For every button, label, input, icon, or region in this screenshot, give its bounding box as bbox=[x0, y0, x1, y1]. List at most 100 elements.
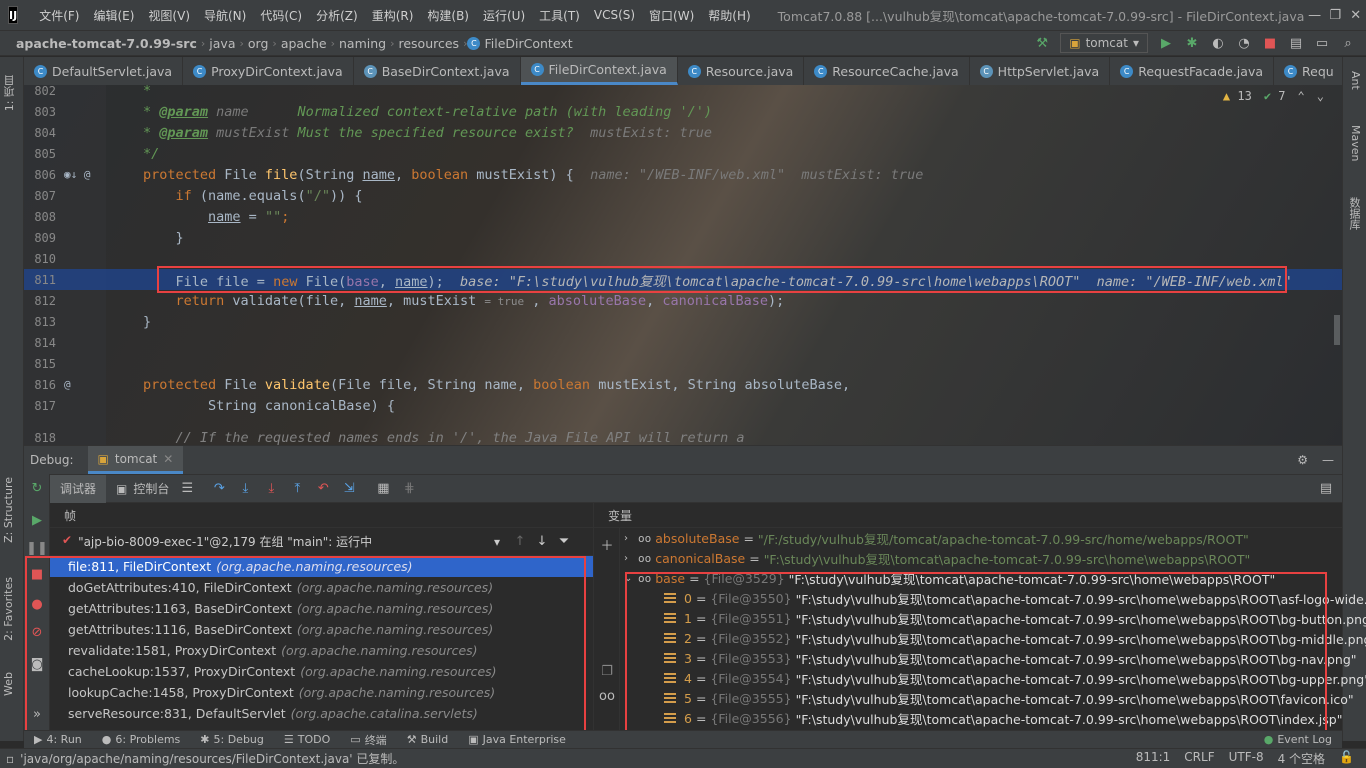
force-step-into-icon[interactable]: ⤓ bbox=[263, 481, 279, 497]
menu-refactor[interactable]: 重构(R) bbox=[365, 7, 421, 24]
run-configuration-selector[interactable]: ▣ tomcat ▾ bbox=[1060, 33, 1148, 53]
line-number: 807 bbox=[34, 188, 56, 203]
tab-defaultservlet[interactable]: C DefaultServlet.java bbox=[24, 57, 184, 85]
layout-icon[interactable]: ▭ bbox=[1314, 35, 1330, 51]
override-gutter-icon[interactable]: ◉↓ @ bbox=[56, 168, 106, 181]
override-gutter-icon[interactable]: @ bbox=[56, 378, 106, 391]
menu-vcs[interactable]: VCS(S) bbox=[587, 8, 642, 22]
copy-icon[interactable]: ❐ bbox=[599, 663, 615, 679]
search-icon[interactable]: ⌕ bbox=[1340, 35, 1356, 51]
arrow-up-icon[interactable]: ↑ bbox=[512, 534, 528, 550]
menu-code[interactable]: 代码(C) bbox=[253, 7, 309, 24]
tool-tab-terminal[interactable]: ▭ 终端 bbox=[340, 732, 396, 748]
pause-icon[interactable]: ❚❚ bbox=[26, 540, 48, 556]
tab-filedircontext[interactable]: C FileDirContext.java bbox=[520, 57, 678, 85]
menu-analyze[interactable]: 分析(Z) bbox=[309, 7, 365, 24]
tool-tab-java-enterprise[interactable]: ▣ Java Enterprise bbox=[458, 733, 576, 746]
tool-tab-run[interactable]: ▶ 4: Run bbox=[24, 733, 92, 746]
breadcrumb-org[interactable]: org bbox=[244, 36, 273, 51]
tab-resource[interactable]: C Resource.java bbox=[678, 57, 805, 85]
menu-file[interactable]: 文件(F) bbox=[32, 7, 86, 24]
gear-icon[interactable]: ⚙ bbox=[1297, 453, 1308, 467]
resume-icon[interactable]: ▶ bbox=[29, 512, 45, 528]
stop-icon[interactable]: ■ bbox=[1262, 35, 1278, 51]
tool-tab-build[interactable]: ⚒ Build bbox=[397, 733, 459, 746]
run-to-cursor-icon[interactable]: ⇲ bbox=[341, 481, 357, 497]
tool-tab-event-log[interactable]: ● Event Log bbox=[1254, 733, 1342, 746]
menu-lines-icon[interactable]: ☰ bbox=[179, 481, 195, 497]
breadcrumb-apache[interactable]: apache bbox=[277, 36, 331, 51]
step-into-icon[interactable]: ⤓ bbox=[237, 481, 253, 497]
glasses-icon[interactable]: oo bbox=[599, 688, 615, 704]
thread-selector[interactable]: ✔ "ajp-bio-8009-exec-1"@2,179 在组 "main": … bbox=[56, 533, 506, 550]
trace-icon[interactable]: ⋕ bbox=[401, 481, 417, 497]
database-tool-button[interactable]: 数据库 bbox=[1346, 197, 1362, 230]
project-tool-button[interactable]: 1: 项目 bbox=[2, 75, 18, 111]
tab-request-truncated[interactable]: C Requ bbox=[1274, 57, 1342, 85]
close-icon[interactable]: ✕ bbox=[163, 452, 173, 466]
structure-tool-button[interactable]: Z: Structure bbox=[2, 477, 15, 543]
tab-proxydircontext[interactable]: C ProxyDirContext.java bbox=[183, 57, 354, 85]
breadcrumb-project[interactable]: apache-tomcat-7.0.99-src bbox=[12, 36, 201, 51]
indent-setting[interactable]: 4 个空格 bbox=[1278, 750, 1325, 767]
editor-scrollbar-thumb[interactable] bbox=[1334, 315, 1340, 345]
drop-frame-icon[interactable]: ↶ bbox=[315, 481, 331, 497]
step-over-icon[interactable]: ↷ bbox=[211, 481, 227, 497]
breadcrumb-resources[interactable]: resources bbox=[394, 36, 463, 51]
evaluate-icon[interactable]: ▦ bbox=[375, 481, 391, 497]
variable-row[interactable]: › oo canonicalBase = "F:\study\vulhub复现\tomc… bbox=[624, 548, 1250, 568]
profile-icon[interactable]: ◔ bbox=[1236, 35, 1252, 51]
project-structure-icon[interactable]: ▤ bbox=[1288, 35, 1304, 51]
maven-tool-button[interactable]: Maven bbox=[1349, 125, 1362, 161]
tab-debugger[interactable]: 调试器 bbox=[50, 474, 107, 503]
menu-help[interactable]: 帮助(H) bbox=[701, 7, 757, 24]
arrow-down-icon[interactable]: ↓ bbox=[534, 534, 550, 550]
breadcrumb-java[interactable]: java bbox=[205, 36, 239, 51]
ant-tool-button[interactable]: Ant bbox=[1349, 71, 1362, 90]
web-tool-button[interactable]: Web bbox=[2, 672, 15, 696]
code-token: = true bbox=[484, 294, 525, 308]
tool-tab-debug[interactable]: ✱ 5: Debug bbox=[190, 733, 274, 746]
menu-window[interactable]: 窗口(W) bbox=[642, 7, 701, 24]
menu-tools[interactable]: 工具(T) bbox=[532, 7, 587, 24]
lock-icon[interactable]: 🔓 bbox=[1339, 750, 1354, 767]
rerun-icon[interactable]: ↻ bbox=[29, 480, 45, 496]
line-separator[interactable]: CRLF bbox=[1184, 750, 1214, 767]
build-hammer-icon[interactable]: ⚒ bbox=[1034, 35, 1050, 51]
chevron-right-icon[interactable]: › bbox=[624, 553, 638, 564]
coverage-icon[interactable]: ◐ bbox=[1210, 35, 1226, 51]
tool-tab-problems[interactable]: ● 6: Problems bbox=[92, 733, 191, 746]
file-encoding[interactable]: UTF-8 bbox=[1229, 750, 1264, 767]
tab-requestfacade[interactable]: C RequestFacade.java bbox=[1110, 57, 1275, 85]
menu-edit[interactable]: 编辑(E) bbox=[86, 7, 141, 24]
close-button[interactable]: ✕ bbox=[1345, 8, 1366, 23]
tab-console[interactable]: ▣ 控制台 bbox=[106, 475, 179, 503]
maximize-button[interactable]: ❐ bbox=[1325, 8, 1346, 23]
line-number: 805 bbox=[34, 146, 56, 161]
layout-settings-icon[interactable]: ▤ bbox=[1318, 481, 1334, 497]
add-watch-icon[interactable]: ＋ bbox=[599, 536, 615, 554]
variable-row[interactable]: › oo absoluteBase = "/F:/study/vulhub复现/tomc… bbox=[624, 528, 1249, 548]
tab-httpservlet[interactable]: C HttpServlet.java bbox=[970, 57, 1111, 85]
step-out-icon[interactable]: ⤒ bbox=[289, 481, 305, 497]
run-icon[interactable]: ▶ bbox=[1158, 35, 1174, 51]
menu-run[interactable]: 运行(U) bbox=[476, 7, 532, 24]
cursor-position[interactable]: 811:1 bbox=[1136, 750, 1171, 767]
tab-basedircontext[interactable]: C BaseDirContext.java bbox=[354, 57, 521, 85]
tool-tab-todo[interactable]: ☰ TODO bbox=[274, 733, 340, 746]
filter-icon[interactable]: ⏷ bbox=[556, 534, 572, 550]
menu-view[interactable]: 视图(V) bbox=[141, 7, 197, 24]
menu-navigate[interactable]: 导航(N) bbox=[197, 7, 253, 24]
favorites-tool-button[interactable]: 2: Favorites bbox=[2, 577, 15, 641]
minimize-button[interactable]: — bbox=[1304, 8, 1325, 23]
chevron-right-icon[interactable]: › bbox=[624, 533, 638, 544]
breadcrumb-file[interactable]: FileDirContext bbox=[480, 36, 576, 51]
code-editor[interactable]: ▲ 13 ✔ 7 ⌃ ⌄ 802 * 803 * @param name Norma… bbox=[24, 85, 1342, 445]
breadcrumb-naming[interactable]: naming bbox=[335, 36, 390, 51]
minimize-panel-icon[interactable]: — bbox=[1322, 453, 1334, 467]
menu-build[interactable]: 构建(B) bbox=[420, 7, 476, 24]
debug-session-tab[interactable]: ▣ tomcat ✕ bbox=[87, 446, 184, 474]
debug-icon[interactable]: ✱ bbox=[1184, 35, 1200, 51]
tab-resourcecache[interactable]: C ResourceCache.java bbox=[804, 57, 970, 85]
tab-label: RequestFacade.java bbox=[1138, 63, 1264, 79]
